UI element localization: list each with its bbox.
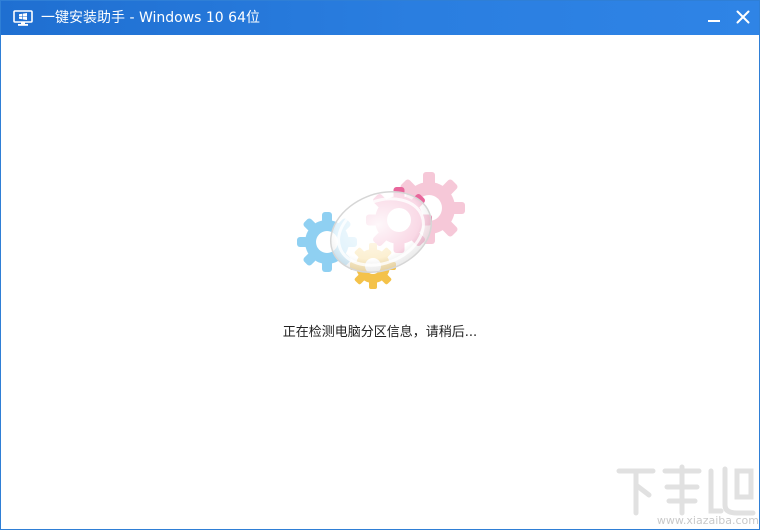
title-bar[interactable]: 一键安装助手 - Windows 10 64位 (1, 1, 759, 35)
window-title: 一键安装助手 - Windows 10 64位 (41, 10, 260, 26)
close-button[interactable] (732, 7, 754, 29)
gears-loading-icon (289, 170, 474, 290)
close-icon (736, 9, 750, 28)
main-content: 正在检测电脑分区信息，请稍后... www.xiazaiba.com (1, 35, 759, 529)
watermark-url: www.xiazaiba.com (656, 514, 759, 527)
minimize-button[interactable] (703, 7, 725, 29)
installer-window: 一键安装助手 - Windows 10 64位 正在检测电脑分区信息，请稍后..… (0, 0, 760, 530)
status-message: 正在检测电脑分区信息，请稍后... (282, 325, 478, 340)
monitor-windows-icon (13, 10, 33, 27)
minimize-icon (707, 9, 721, 28)
